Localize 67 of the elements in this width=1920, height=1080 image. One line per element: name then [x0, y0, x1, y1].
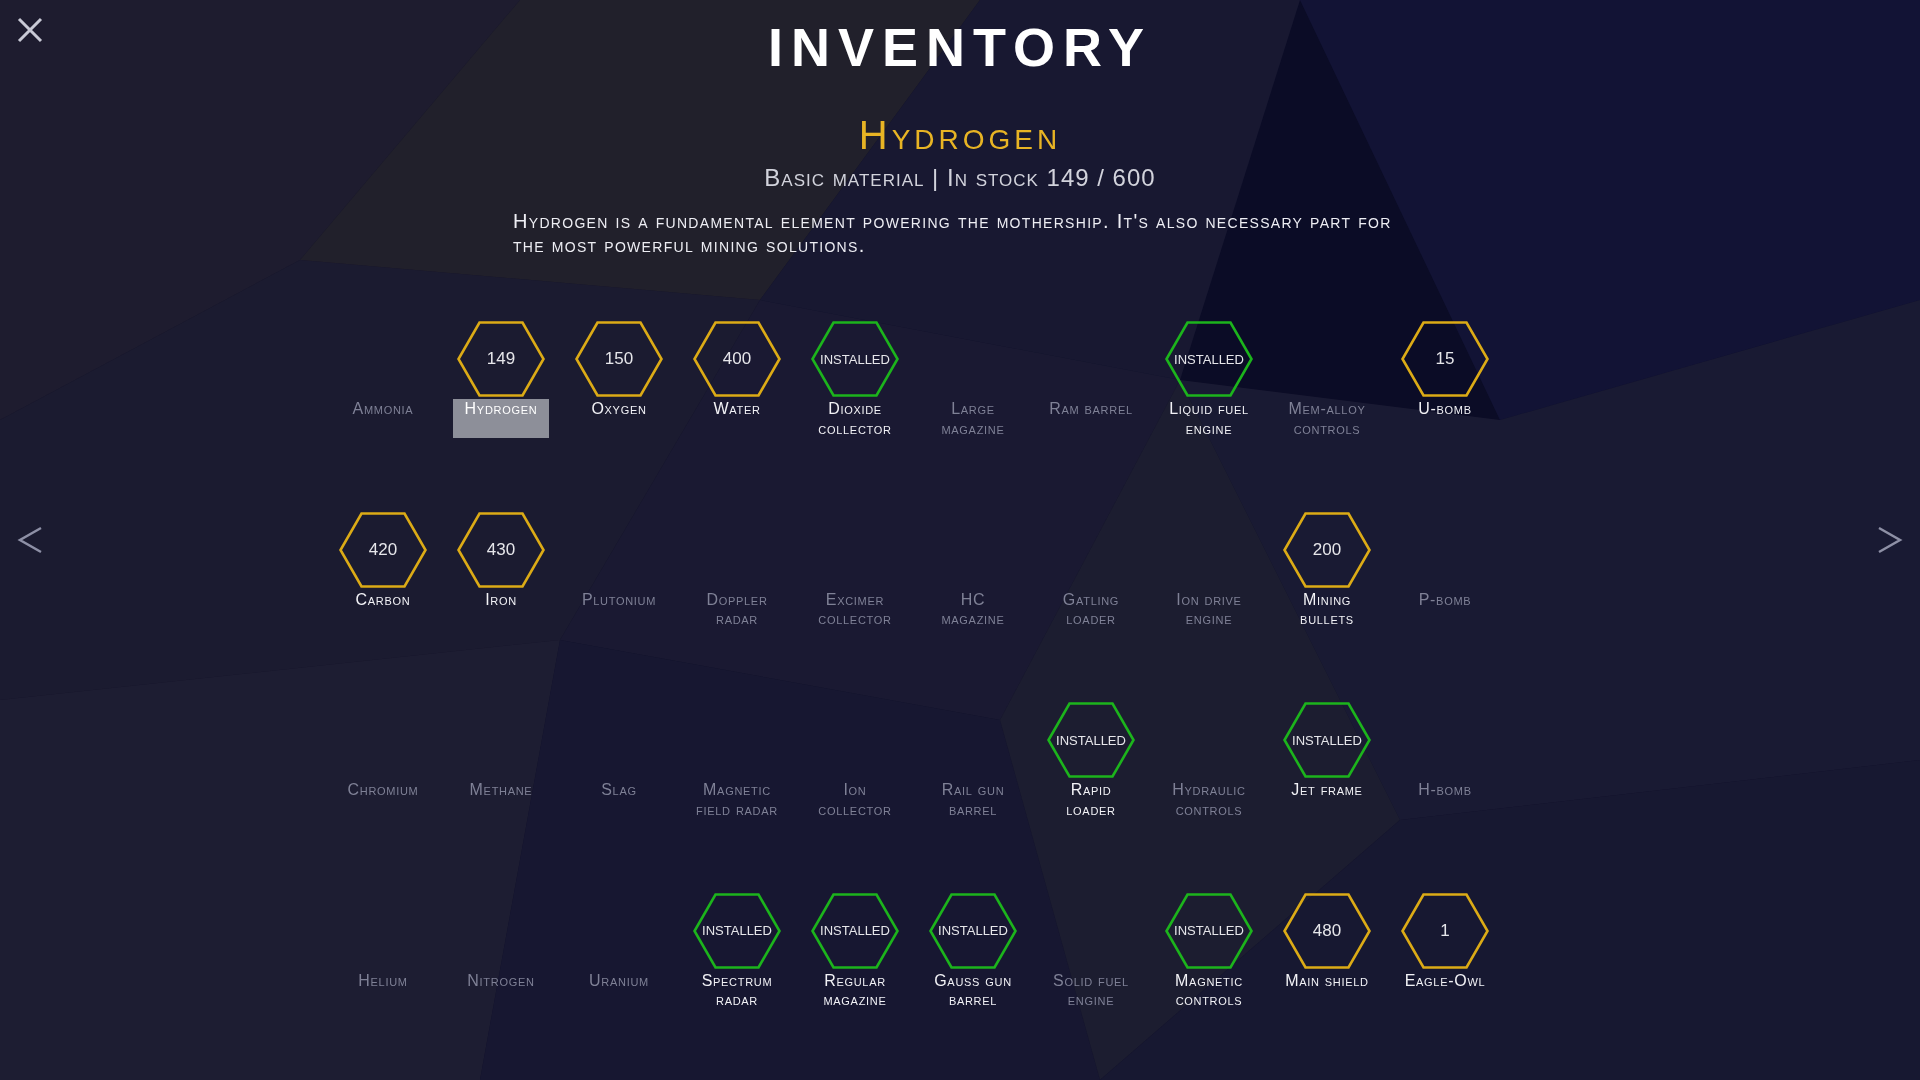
- inventory-item[interactable]: P-bomb: [1397, 589, 1493, 629]
- stock-count-badge: 430: [457, 511, 545, 588]
- item-subtitle: Basic material | In stock 149 / 600: [764, 163, 1156, 193]
- inventory-item[interactable]: Plutonium: [571, 589, 667, 629]
- inventory-item[interactable]: Slag: [571, 780, 667, 819]
- stock-count-badge: 400: [693, 321, 781, 397]
- inventory-item[interactable]: Iron: [453, 589, 549, 629]
- inventory-item[interactable]: Nitrogen: [453, 970, 549, 1010]
- inventory-item[interactable]: Excimer collector: [807, 589, 903, 629]
- stock-count-badge: 15: [1401, 321, 1489, 397]
- inventory-item[interactable]: Gatling loader: [1043, 589, 1139, 629]
- inventory-item[interactable]: Oxygen: [571, 399, 667, 438]
- inventory-item[interactable]: Doppler radar: [689, 589, 785, 629]
- inventory-item[interactable]: Ion drive engine: [1161, 589, 1257, 629]
- stock-count-badge: 150: [575, 321, 663, 397]
- inventory-item[interactable]: Carbon: [335, 589, 431, 629]
- stock-count-badge: 1: [1401, 892, 1489, 969]
- installed-badge: INSTALLED: [1047, 702, 1135, 778]
- inventory-item[interactable]: Jet frame: [1279, 780, 1375, 819]
- inventory-item[interactable]: Mining bullets: [1279, 589, 1375, 629]
- inventory-item[interactable]: Dioxide collector: [807, 399, 903, 438]
- inventory-item[interactable]: Eagle-Owl: [1397, 970, 1493, 1010]
- item-description: Hydrogen is a fundamental element powering the mothership. It's also necessary part for the most powerful mining solutions.: [513, 209, 1393, 257]
- inventory-item[interactable]: H-bomb: [1397, 780, 1493, 819]
- inventory-item[interactable]: Rapid loader: [1043, 780, 1139, 819]
- inventory-item[interactable]: Hydrogen: [453, 399, 549, 438]
- inventory-item[interactable]: Liquid fuel engine: [1161, 399, 1257, 438]
- inventory-item[interactable]: Main shield: [1279, 970, 1375, 1010]
- inventory-item[interactable]: Spectrum radar: [689, 970, 785, 1010]
- window-title: INVENTORY: [767, 20, 1153, 74]
- inventory-item[interactable]: Water: [689, 399, 785, 438]
- next-button[interactable]: [1877, 526, 1903, 554]
- inventory-item[interactable]: Mem-alloy controls: [1279, 399, 1375, 438]
- inventory-item[interactable]: Magnetic controls: [1161, 970, 1257, 1010]
- installed-badge: INSTALLED: [929, 892, 1017, 969]
- installed-badge: INSTALLED: [1165, 892, 1253, 969]
- stock-count-badge: 420: [339, 511, 427, 588]
- stock-count-badge: 480: [1283, 892, 1371, 969]
- inventory-item[interactable]: Hydraulic controls: [1161, 780, 1257, 819]
- close-icon: [17, 17, 43, 43]
- stock-count-badge: 149: [457, 321, 545, 397]
- inventory-item[interactable]: HC magazine: [925, 589, 1021, 629]
- inventory-item[interactable]: Solid fuel engine: [1043, 970, 1139, 1010]
- installed-badge: INSTALLED: [693, 892, 781, 969]
- installed-badge: INSTALLED: [1283, 702, 1371, 778]
- chevron-right-icon: [1877, 526, 1903, 554]
- inventory-item[interactable]: Gauss gun barrel: [925, 970, 1021, 1010]
- previous-button[interactable]: [17, 526, 43, 554]
- inventory-item[interactable]: U-bomb: [1397, 399, 1493, 438]
- stock-count-badge: 200: [1283, 511, 1371, 588]
- inventory-item[interactable]: Ion collector: [807, 780, 903, 819]
- installed-badge: INSTALLED: [1165, 321, 1253, 397]
- item-title: Hydrogen: [858, 113, 1062, 157]
- close-button[interactable]: [17, 17, 43, 43]
- inventory-item[interactable]: Ram barrel: [1043, 399, 1139, 438]
- inventory-item[interactable]: Helium: [335, 970, 431, 1010]
- inventory-item[interactable]: Uranium: [571, 970, 667, 1010]
- chevron-left-icon: [17, 526, 43, 554]
- inventory-item[interactable]: Methane: [453, 780, 549, 819]
- inventory-item[interactable]: Magnetic field radar: [689, 780, 785, 819]
- installed-badge: INSTALLED: [811, 321, 899, 397]
- inventory-item[interactable]: Ammonia: [335, 399, 431, 438]
- installed-badge: INSTALLED: [811, 892, 899, 969]
- inventory-item[interactable]: Rail gun barrel: [925, 780, 1021, 819]
- inventory-item[interactable]: Chromium: [335, 780, 431, 819]
- inventory-item[interactable]: Large magazine: [925, 399, 1021, 438]
- inventory-item[interactable]: Regular magazine: [807, 970, 903, 1010]
